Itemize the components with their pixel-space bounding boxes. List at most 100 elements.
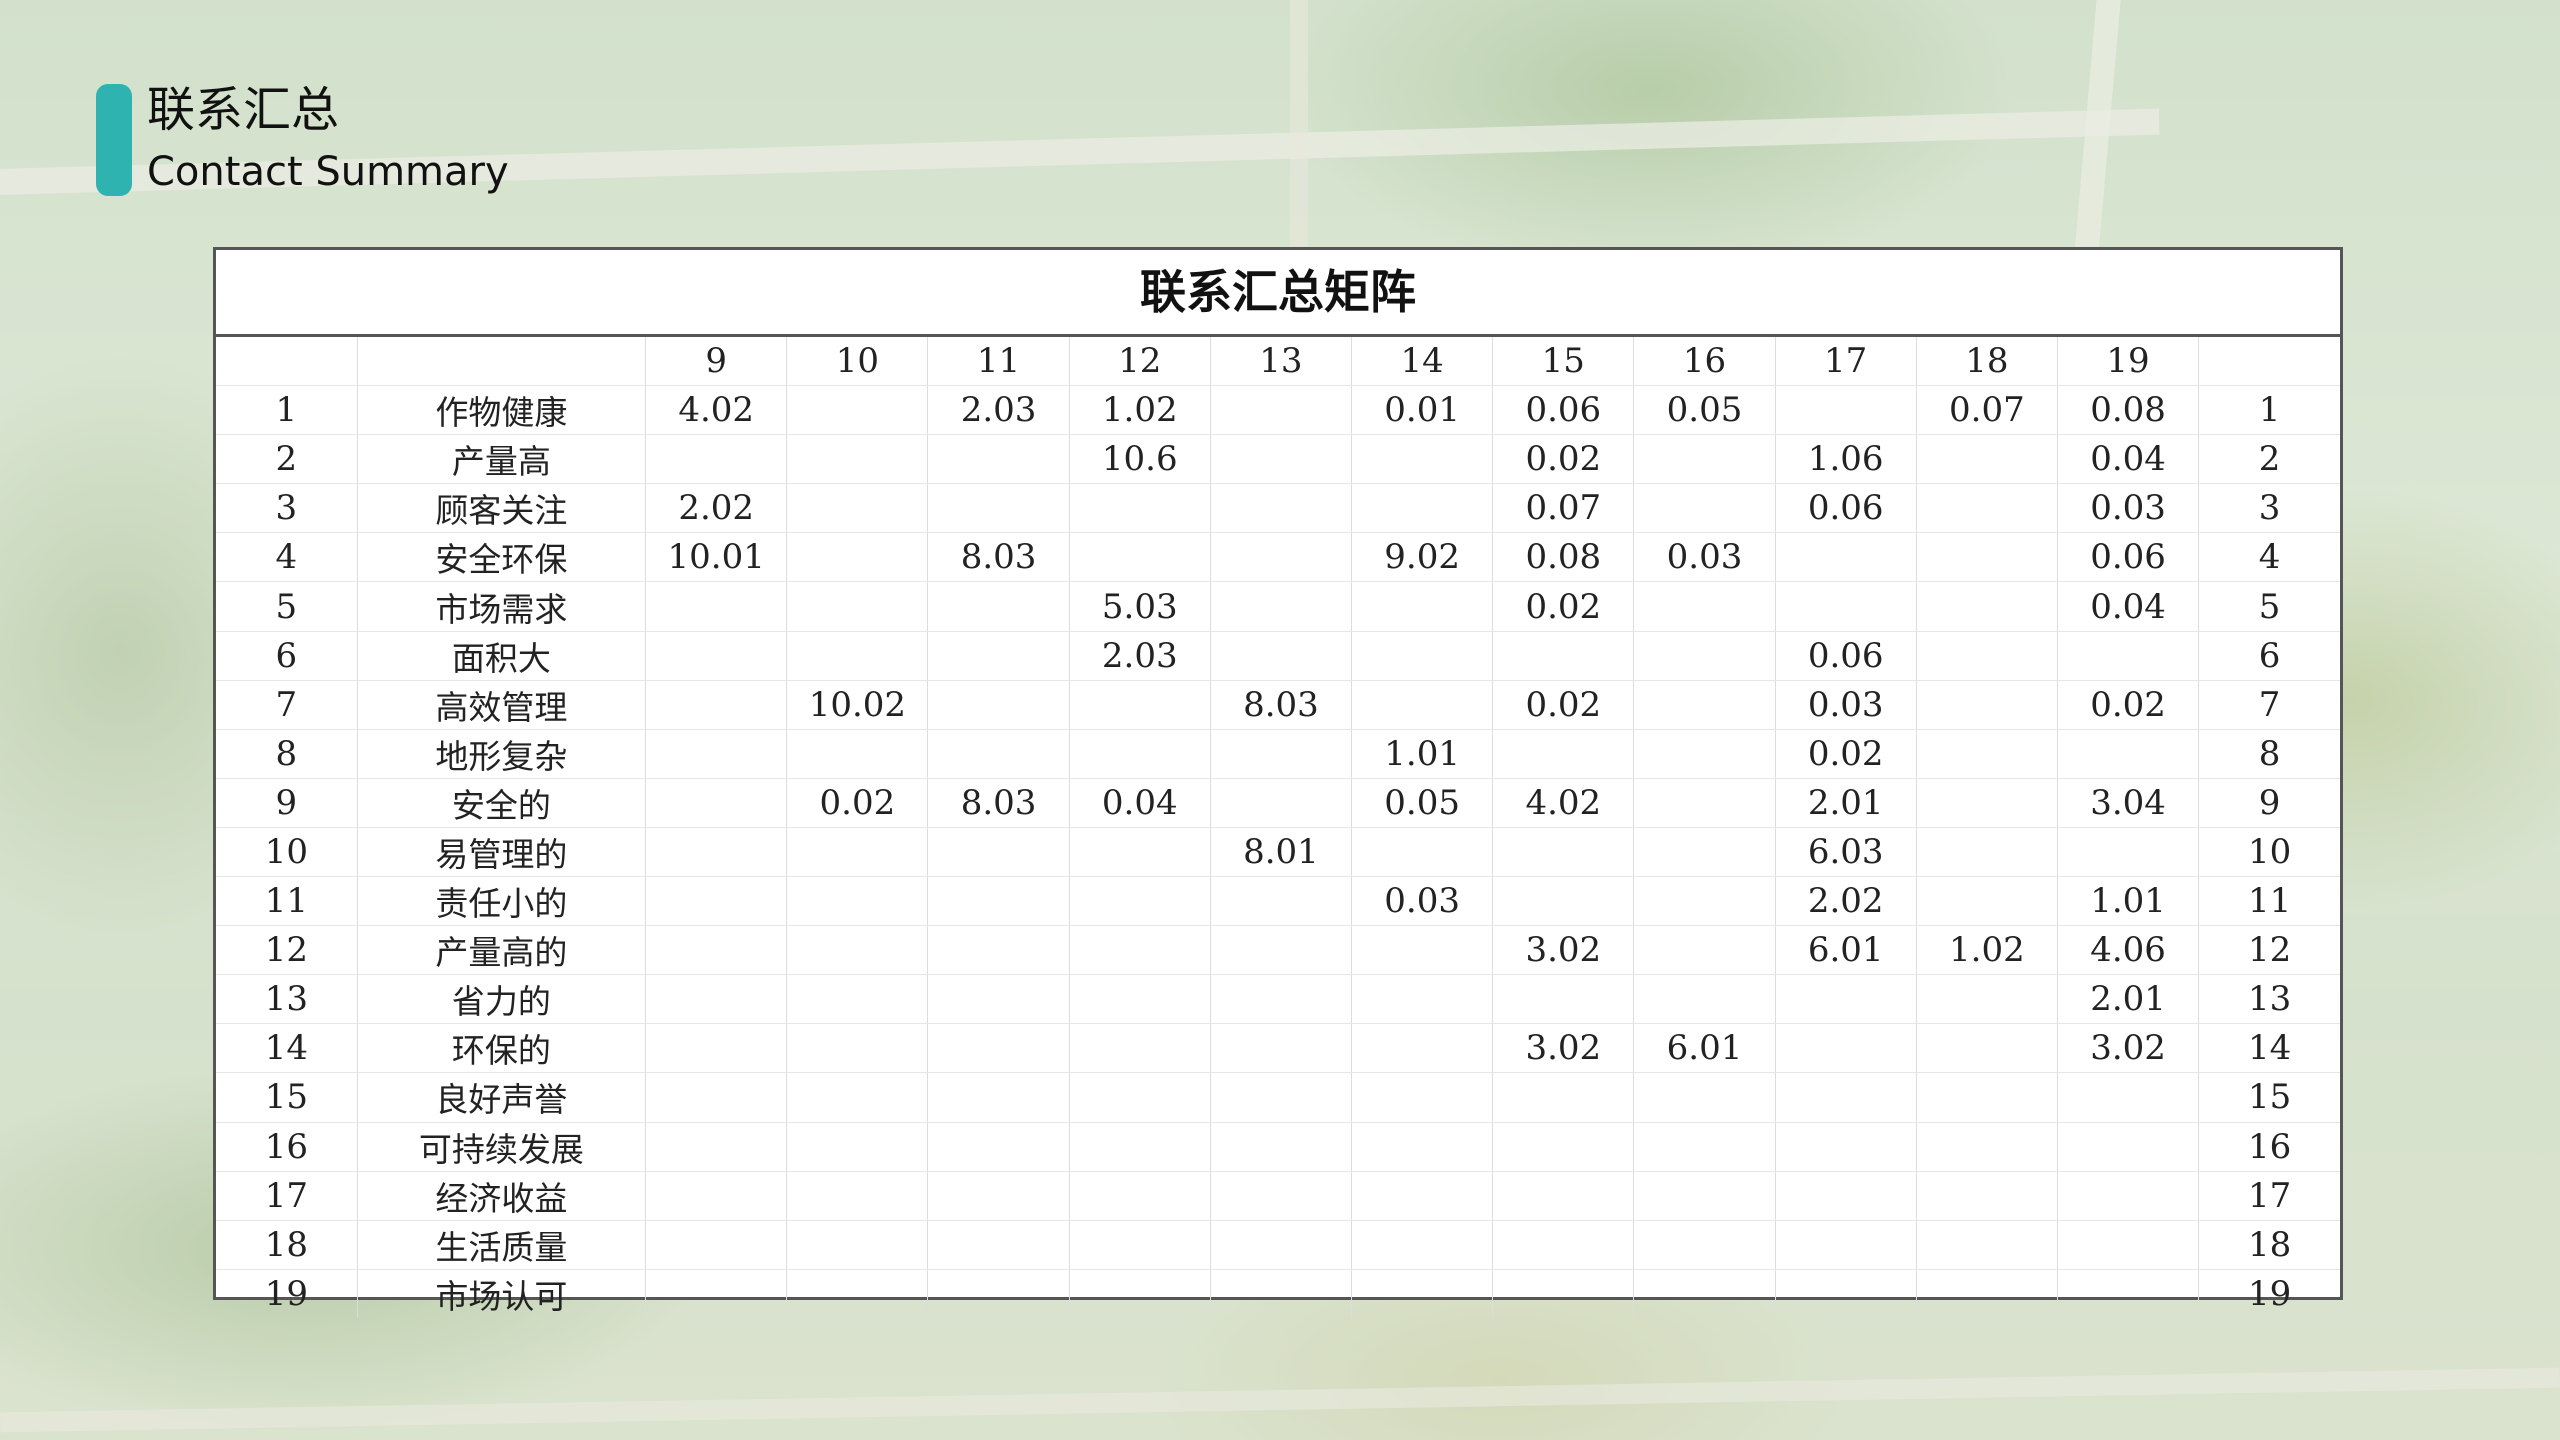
- matrix-value-cell: [1210, 925, 1353, 976]
- matrix-value-cell: 0.04: [1069, 778, 1211, 828]
- matrix-row-label: 市场需求: [357, 581, 647, 632]
- matrix-title: 联系汇总矩阵: [216, 250, 2340, 337]
- matrix-value-cell: [927, 483, 1070, 534]
- matrix-value-cell: [1351, 1122, 1494, 1172]
- matrix-value-cell: 0.07: [1916, 385, 2058, 436]
- matrix-value-cell: [1633, 483, 1776, 534]
- matrix-value-cell: [927, 925, 1070, 976]
- matrix-value-cell: [927, 974, 1070, 1025]
- matrix-value-cell: [786, 434, 929, 485]
- matrix-value-cell: 2.02: [1775, 876, 1917, 927]
- matrix-value-cell: 8.03: [927, 778, 1070, 828]
- matrix-row: 6 面积大 2.03 0.06 6: [216, 631, 2340, 681]
- matrix-value-cell: 8.03: [927, 532, 1070, 583]
- matrix-row-index-right: 16: [2198, 1122, 2340, 1172]
- matrix-row-index: 12: [216, 925, 358, 976]
- matrix-row: 13 省力的 2.01 13: [216, 974, 2340, 1025]
- matrix-value-cell: 0.02: [1775, 729, 1917, 779]
- matrix-value-cell: 2.03: [1069, 631, 1211, 681]
- matrix-value-cell: [1210, 1023, 1353, 1074]
- matrix-value-cell: [1351, 925, 1494, 976]
- matrix-row-index-right: 9: [2198, 778, 2340, 828]
- matrix-value-cell: [786, 1072, 929, 1123]
- matrix-value-cell: [1916, 827, 2058, 878]
- matrix-value-cell: [1633, 1220, 1776, 1270]
- matrix-value-cell: [927, 1072, 1070, 1123]
- matrix-value-cell: 10.01: [645, 532, 788, 583]
- matrix-column-header: 13: [1210, 337, 1353, 387]
- matrix-value-cell: [645, 1269, 788, 1318]
- matrix-row-label: 省力的: [357, 974, 647, 1025]
- matrix-value-cell: [1916, 729, 2058, 779]
- matrix-row-label: 产量高的: [357, 925, 647, 976]
- matrix-value-cell: [1633, 1269, 1776, 1318]
- matrix-value-cell: [1916, 1023, 2058, 1074]
- matrix-value-cell: [927, 1171, 1070, 1221]
- matrix-value-cell: [645, 778, 788, 828]
- matrix-value-cell: [645, 1220, 788, 1270]
- matrix-value-cell: 0.06: [1492, 385, 1635, 436]
- matrix-value-cell: 10.6: [1069, 434, 1211, 485]
- matrix-value-cell: [1492, 827, 1635, 878]
- matrix-value-cell: 0.08: [1492, 532, 1635, 583]
- matrix-value-cell: [1633, 827, 1776, 878]
- matrix-column-header: 11: [927, 337, 1070, 387]
- matrix-value-cell: [1775, 1171, 1917, 1221]
- matrix-value-cell: [1775, 974, 1917, 1025]
- matrix-value-cell: 2.01: [1775, 778, 1917, 828]
- matrix-value-cell: [786, 876, 929, 927]
- matrix-row: 14 环保的 3.02 6.01 3.02 14: [216, 1023, 2340, 1074]
- matrix-value-cell: [786, 532, 929, 583]
- matrix-value-cell: 9.02: [1351, 532, 1494, 583]
- matrix-value-cell: [927, 729, 1070, 779]
- matrix-value-cell: [1916, 483, 2058, 534]
- matrix-value-cell: [2057, 1269, 2200, 1318]
- matrix-value-cell: [1210, 483, 1353, 534]
- matrix-column-header: 18: [1916, 337, 2058, 387]
- matrix-row-index-right: 15: [2198, 1072, 2340, 1123]
- matrix-value-cell: [1351, 581, 1494, 632]
- matrix-value-cell: [1916, 876, 2058, 927]
- matrix-row: 5 市场需求 5.03 0.02 0.04 5: [216, 581, 2340, 632]
- matrix-row-index-right: 4: [2198, 532, 2340, 583]
- matrix-value-cell: [2057, 1171, 2200, 1221]
- matrix-corner-cell: [2198, 337, 2340, 387]
- matrix-value-cell: [786, 1023, 929, 1074]
- matrix-value-cell: 0.03: [1633, 532, 1776, 583]
- matrix-row-index-right: 18: [2198, 1220, 2340, 1270]
- matrix-row-label: 良好声誉: [357, 1072, 647, 1123]
- matrix-value-cell: [1916, 1220, 2058, 1270]
- matrix-row-index: 14: [216, 1023, 358, 1074]
- matrix-value-cell: 3.02: [1492, 925, 1635, 976]
- matrix-row-label: 安全的: [357, 778, 647, 828]
- matrix-value-cell: [1210, 1072, 1353, 1123]
- matrix-value-cell: [1210, 532, 1353, 583]
- matrix-column-header: 14: [1351, 337, 1494, 387]
- matrix-row-index: 11: [216, 876, 358, 927]
- matrix-value-cell: [1210, 1220, 1353, 1270]
- matrix-value-cell: [1210, 876, 1353, 927]
- matrix-row: 19 市场认可 19: [216, 1269, 2340, 1318]
- matrix-value-cell: [786, 925, 929, 976]
- matrix-value-cell: [1492, 1269, 1635, 1318]
- page-subtitle: Contact Summary: [147, 149, 509, 195]
- matrix-value-cell: [1775, 1122, 1917, 1172]
- matrix-row-index: 6: [216, 631, 358, 681]
- matrix-row-index-right: 5: [2198, 581, 2340, 632]
- matrix-value-cell: [1775, 1269, 1917, 1318]
- matrix-corner-cell: [357, 337, 647, 387]
- matrix-row: 11 责任小的 0.03 2.02 1.01 11: [216, 876, 2340, 927]
- matrix-row-index: 10: [216, 827, 358, 878]
- matrix-value-cell: [1210, 385, 1353, 436]
- matrix-value-cell: [786, 581, 929, 632]
- matrix-value-cell: [1492, 1122, 1635, 1172]
- matrix-value-cell: [1351, 1072, 1494, 1123]
- matrix-value-cell: [1775, 1220, 1917, 1270]
- matrix-value-cell: [1633, 876, 1776, 927]
- matrix-value-cell: 1.01: [2057, 876, 2200, 927]
- matrix-column-header: 15: [1492, 337, 1635, 387]
- matrix-value-cell: [1492, 729, 1635, 779]
- title-accent-bar: [96, 84, 132, 196]
- matrix-column-header: 12: [1069, 337, 1211, 387]
- matrix-row-index: 8: [216, 729, 358, 779]
